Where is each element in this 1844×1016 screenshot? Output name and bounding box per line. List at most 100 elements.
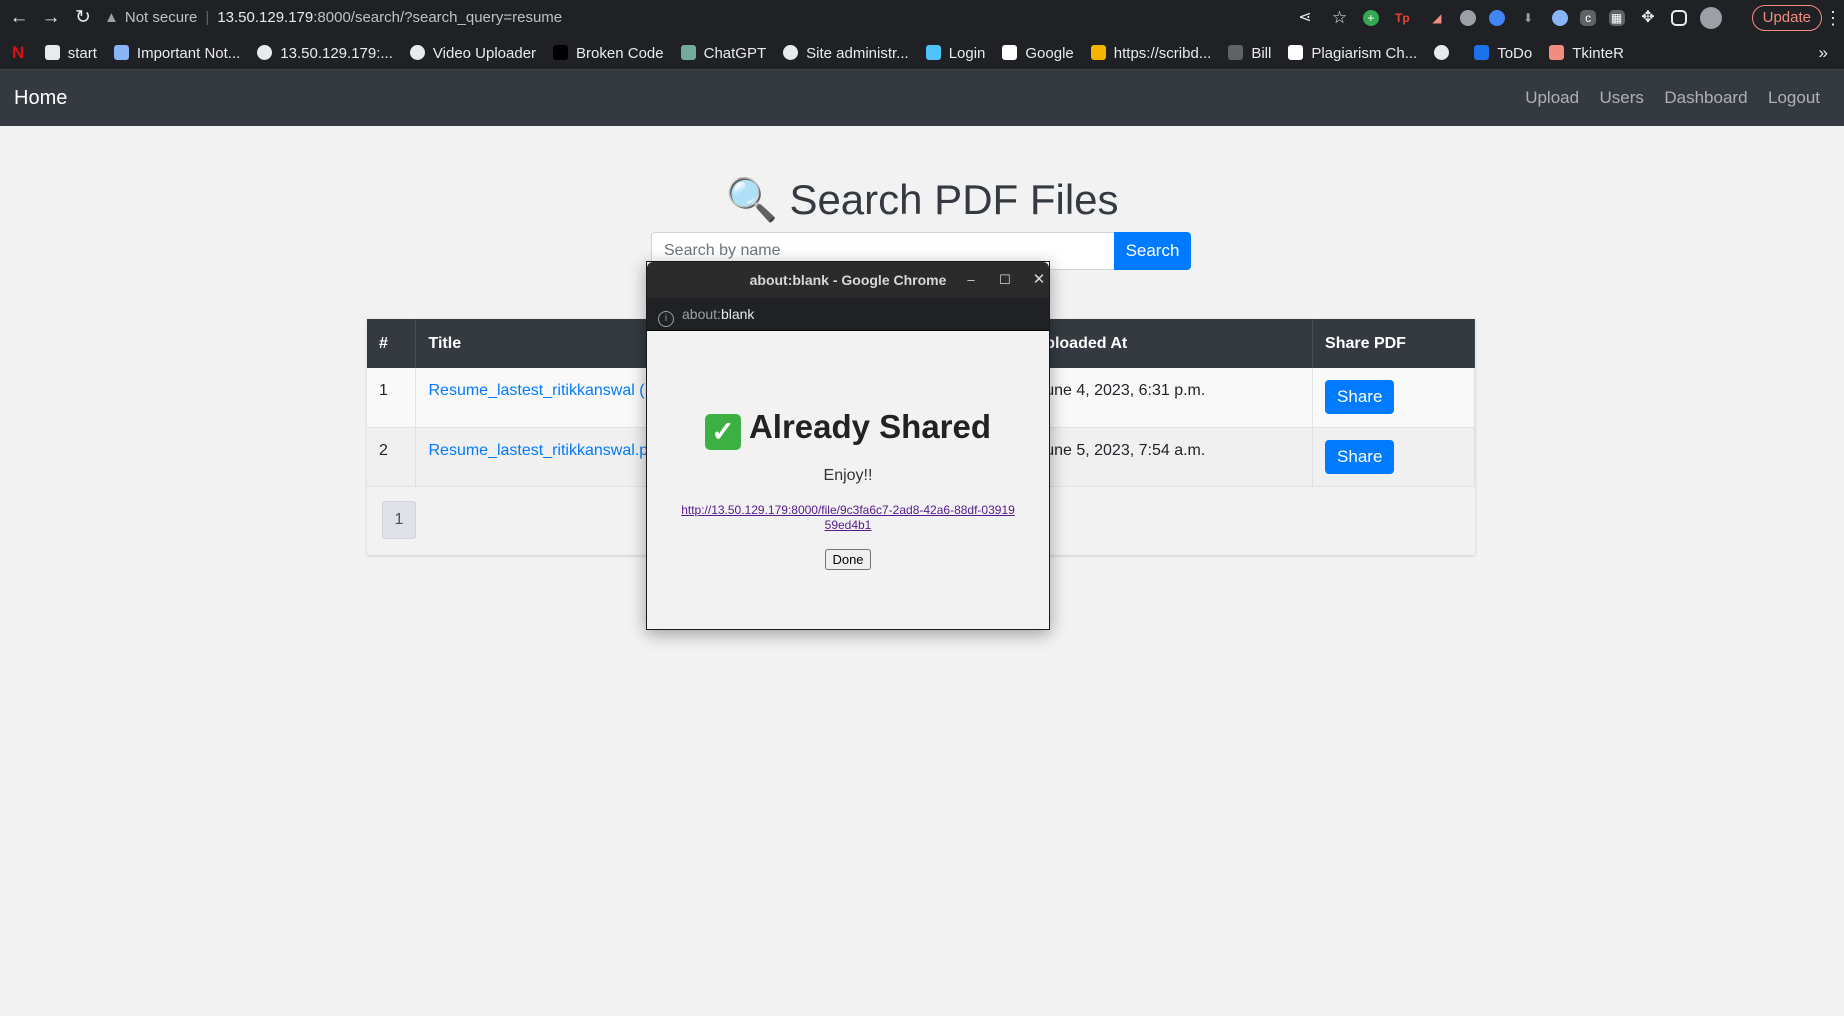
bookmark-item[interactable]: https://scribd... <box>1090 37 1212 69</box>
bookmark-label: Video Uploader <box>432 45 537 62</box>
update-button[interactable]: Update <box>1751 5 1822 31</box>
search-button[interactable]: Search <box>1114 232 1191 270</box>
address-bar[interactable]: ▲ Not secure | 13.50.129.179:8000/search/?s… <box>104 5 1284 31</box>
popup-content: ✓ Already Shared Enjoy!! http://13.50.129… <box>647 331 1049 629</box>
sidepanel-icon[interactable] <box>1671 9 1688 26</box>
enjoy-message: Enjoy!! <box>823 467 873 484</box>
popup-url-bar: i about:blank <box>647 298 1049 331</box>
star-icon[interactable]: ☆ <box>1328 7 1350 29</box>
bookmark-label: Login <box>948 45 986 62</box>
plus-extension-icon[interactable]: + <box>1362 9 1379 26</box>
minimize-icon[interactable]: – <box>961 262 981 298</box>
arrow-icon <box>925 45 941 60</box>
download-extension-icon[interactable]: ⬇ <box>1517 7 1539 29</box>
file-link[interactable]: Resume_lastest_ritikkanswal.p <box>428 442 648 459</box>
browser-toolbar: ← → ↻ ▲ Not secure | 13.50.129.179:8000/sea… <box>0 0 1844 36</box>
share-icon[interactable]: ⋖ <box>1294 7 1316 29</box>
scribd-icon <box>1090 45 1106 60</box>
row-uploaded-at: une 5, 2023, 7:54 a.m. <box>1032 427 1314 487</box>
bookmark-label: Broken Code <box>576 45 664 62</box>
chrome-extension-icon[interactable] <box>1488 9 1505 26</box>
bookmark-item[interactable]: Site administr... <box>783 37 909 69</box>
tk-icon <box>1549 45 1565 60</box>
bookmark-label: ToDo <box>1497 45 1533 62</box>
close-icon[interactable]: ✕ <box>1029 262 1049 298</box>
brand-home-link[interactable]: Home <box>14 70 67 126</box>
netflix-icon[interactable]: N <box>12 36 24 69</box>
header-uploaded-at: ploaded At <box>1032 319 1314 368</box>
row-share-cell: Share <box>1312 368 1475 428</box>
popup-url-rest: blank <box>720 306 755 322</box>
tp-extension-icon[interactable]: Tp <box>1391 7 1413 29</box>
pdf-extension-icon[interactable]: ◢ <box>1426 7 1448 29</box>
url-host: 13.50.129.179 <box>217 9 314 26</box>
bookmark-item[interactable]: start <box>44 37 97 69</box>
popup-url-prefix: about: <box>682 306 721 322</box>
file-link[interactable]: Resume_lastest_ritikkanswal ( <box>428 382 644 399</box>
row-number: 1 <box>367 368 417 428</box>
chatgpt-icon <box>680 45 696 60</box>
share-button[interactable]: Share <box>1325 439 1395 474</box>
bookmarks-bar: N start Important Not... 13.50.129.179:...… <box>0 36 1844 70</box>
bookmark-item[interactable]: 13.50.129.179:... <box>257 37 393 69</box>
bookmark-label: Google <box>1025 45 1074 62</box>
row-share-cell: Share <box>1312 427 1475 487</box>
folder-icon <box>44 45 60 60</box>
bookmark-label: Bill <box>1251 45 1272 62</box>
google-icon <box>1002 45 1018 60</box>
todo-icon <box>1474 45 1490 60</box>
popup-window: about:blank - Google Chrome – ☐ ✕ i about… <box>646 261 1050 630</box>
bill-icon <box>1228 45 1244 60</box>
nav-users-link[interactable]: Users <box>1600 88 1644 107</box>
doc-icon <box>113 45 129 60</box>
bookmarks-overflow-icon[interactable]: » <box>1819 36 1828 69</box>
divider: | <box>205 9 210 26</box>
shared-file-link[interactable]: http://13.50.129.179:8000/file/9c3fa6c7-… <box>678 503 1018 533</box>
bookmark-item[interactable]: TkinteR <box>1549 37 1624 69</box>
back-icon[interactable]: ← <box>4 0 34 36</box>
nav-upload-link[interactable]: Upload <box>1525 88 1579 107</box>
shield-extension-icon[interactable] <box>1551 9 1568 26</box>
popup-titlebar[interactable]: about:blank - Google Chrome – ☐ ✕ <box>647 262 1049 298</box>
bookmark-label: 13.50.129.179:... <box>280 45 393 62</box>
popup-window-title: about:blank - Google Chrome <box>749 272 947 288</box>
bookmark-label: start <box>67 45 97 62</box>
bookmark-item[interactable]: Broken Code <box>553 37 664 69</box>
bookmark-item[interactable] <box>1434 37 1457 69</box>
menu-icon[interactable]: ⋮ <box>1824 0 1842 36</box>
header-number: # <box>367 319 417 368</box>
nav-logout-link[interactable]: Logout <box>1768 88 1820 107</box>
bookmark-item[interactable]: Video Uploader <box>409 37 537 69</box>
gear-extension-icon[interactable] <box>1460 9 1477 26</box>
url-path: :8000/search/?search_query=resume <box>313 9 563 26</box>
nav-dashboard-link[interactable]: Dashboard <box>1664 88 1747 107</box>
bookmark-item[interactable]: Important Not... <box>113 37 240 69</box>
globe-icon <box>409 45 425 60</box>
bookmark-item[interactable]: Bill <box>1228 37 1272 69</box>
bookmark-label: Site administr... <box>806 45 909 62</box>
bookmark-label: TkinteR <box>1572 45 1624 62</box>
c-extension-icon[interactable]: c <box>1580 9 1597 26</box>
globe-icon <box>257 45 273 60</box>
bookmark-label: https://scribd... <box>1113 45 1212 62</box>
check-mark-icon: ✓ <box>704 414 741 450</box>
grid-extension-icon[interactable]: ▦ <box>1608 9 1625 26</box>
bookmark-item[interactable]: ToDo <box>1474 37 1533 69</box>
header-share: Share PDF <box>1312 319 1475 368</box>
done-button[interactable]: Done <box>825 549 871 570</box>
forward-icon[interactable]: → <box>36 0 66 36</box>
avatar[interactable] <box>1699 6 1722 29</box>
share-button[interactable]: Share <box>1325 380 1395 414</box>
bookmark-item[interactable]: Login <box>925 37 986 69</box>
maximize-icon[interactable]: ☐ <box>995 262 1015 298</box>
bookmark-item[interactable]: Plagiarism Ch... <box>1288 37 1417 69</box>
info-icon[interactable]: i <box>658 311 674 327</box>
bookmark-item[interactable]: ChatGPT <box>680 37 767 69</box>
puzzle-icon[interactable]: ✥ <box>1637 7 1659 29</box>
bookmark-item[interactable]: Google <box>1002 37 1074 69</box>
extension-icons: ⋖ ☆ + Tp ◢ ⬇ c ▦ ✥ <box>1290 0 1726 36</box>
page-title-text: Search PDF Files <box>789 176 1119 223</box>
bookmark-label: ChatGPT <box>703 45 767 62</box>
reload-icon[interactable]: ↻ <box>68 0 98 36</box>
pagination-page-1[interactable]: 1 <box>382 501 416 539</box>
